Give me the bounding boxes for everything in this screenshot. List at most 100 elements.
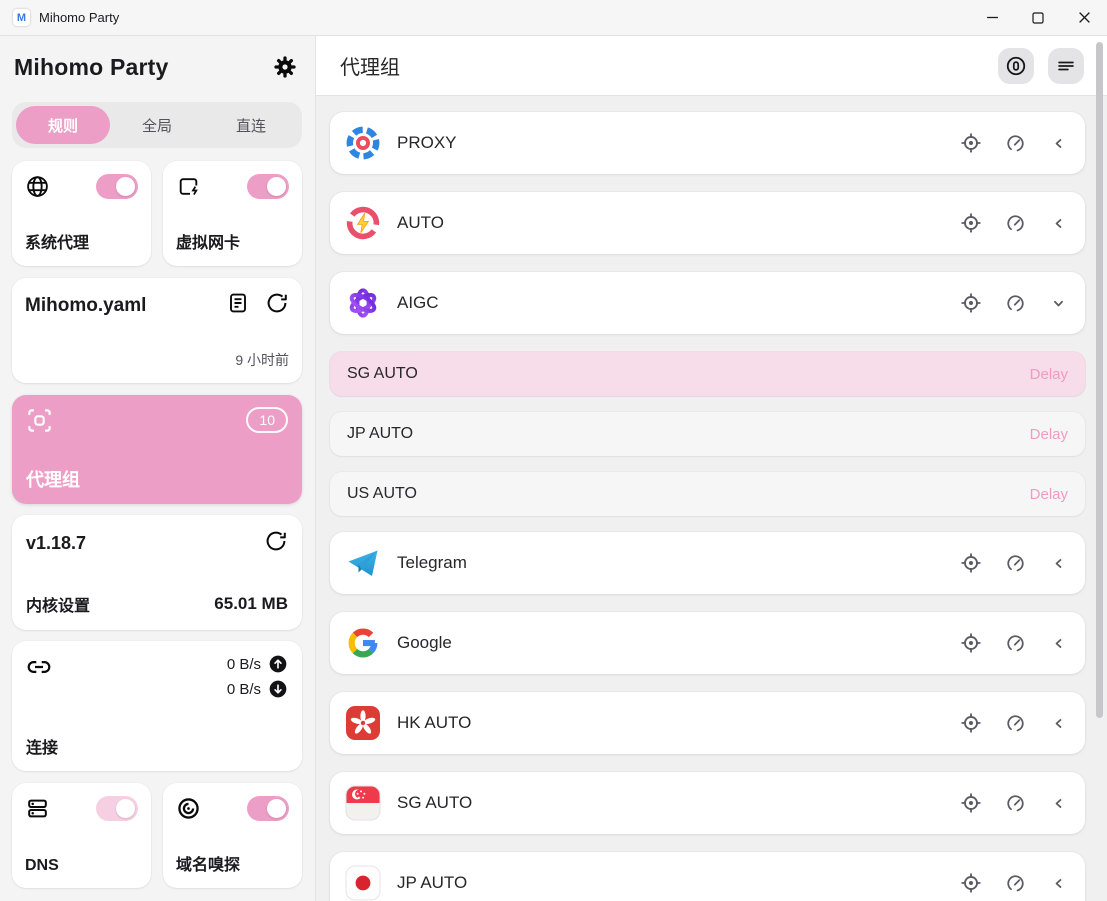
expand-button[interactable] [1049,634,1068,653]
speed-test-button[interactable] [1005,553,1026,574]
gauge-icon [1005,633,1026,654]
proxy-group-row[interactable]: JP AUTO [330,852,1085,901]
locate-button[interactable] [960,632,982,654]
list-view-button[interactable] [1048,48,1084,84]
expand-button[interactable] [1049,214,1068,233]
locate-button[interactable] [960,792,982,814]
proxy-item-row[interactable]: SG AUTO Delay [330,352,1085,396]
window-title: Mihomo Party [39,10,119,25]
profile-card[interactable]: Mihomo.yaml 9 [12,278,302,383]
proxy-group-label: 代理组 [26,466,288,492]
profile-document-icon[interactable] [226,291,250,320]
profile-updated-time: 9 小时前 [25,350,289,370]
sniff-card[interactable]: 域名嗅探 [163,783,302,888]
group-name: AIGC [397,293,960,313]
core-restart-icon[interactable] [264,529,288,558]
locate-button[interactable] [960,712,982,734]
maximize-button[interactable] [1015,0,1061,35]
chevron-left-icon [1049,554,1068,573]
locate-button[interactable] [960,552,982,574]
system-proxy-toggle[interactable] [96,174,138,199]
group-name: PROXY [397,133,960,153]
expand-button[interactable] [1049,794,1068,813]
proxy-group-row[interactable]: Google [330,612,1085,674]
tun-card[interactable]: 虚拟网卡 [163,161,302,266]
tab-outbound-1[interactable]: 全局 [110,106,204,144]
locate-icon [960,792,982,814]
locate-icon [960,712,982,734]
main-panel: 代理组 PROXY [316,36,1107,901]
system-proxy-card[interactable]: 系统代理 [12,161,151,266]
group-name: HK AUTO [397,713,960,733]
sider-toggle-button[interactable] [998,48,1034,84]
proxy-group-row[interactable]: AIGC [330,272,1085,334]
expand-button[interactable] [1049,714,1068,733]
settings-button[interactable] [270,52,300,82]
speed-test-button[interactable] [1005,873,1026,894]
locate-button[interactable] [960,132,982,154]
openai-icon [345,285,381,321]
app-title: Mihomo Party [14,54,168,81]
locate-button[interactable] [960,212,982,234]
titlebar: M Mihomo Party [0,0,1107,36]
profile-refresh-icon[interactable] [265,291,289,320]
gauge-icon [1005,713,1026,734]
speed-test-button[interactable] [1005,633,1026,654]
connections-card[interactable]: 0 B/s 0 B/s 连接 [12,641,302,771]
proxy-group-row[interactable]: AUTO [330,192,1085,254]
dns-server-icon [25,796,50,821]
gauge-icon [1005,293,1026,314]
expand-button[interactable] [1049,874,1068,893]
tun-label: 虚拟网卡 [176,229,289,253]
main-header: 代理组 [316,36,1107,96]
proxy-name: SG AUTO [347,365,418,383]
proxy-delay-label[interactable]: Delay [1030,426,1068,443]
proxy-item-row[interactable]: US AUTODelay [330,472,1085,516]
close-button[interactable] [1061,0,1107,35]
proxy-group-row[interactable]: PROXY [330,112,1085,174]
locate-icon [960,872,982,894]
expand-button[interactable] [1049,554,1068,573]
locate-button[interactable] [960,292,982,314]
speed-test-button[interactable] [1005,713,1026,734]
link-icon [26,654,51,679]
minimize-button[interactable] [969,0,1015,35]
speed-test-button[interactable] [1005,133,1026,154]
locate-icon [960,552,982,574]
dns-toggle[interactable] [96,796,138,821]
speed-test-button[interactable] [1005,213,1026,234]
chevron-left-icon [1049,634,1068,653]
gauge-icon [1005,133,1026,154]
proxy-group-scan-icon [26,407,53,439]
core-settings-label: 内核设置 [26,592,90,616]
group-name: Google [397,633,960,653]
google-icon [345,625,381,661]
proxy-group-row[interactable]: Telegram [330,532,1085,594]
tun-toggle[interactable] [247,174,289,199]
sidebar-item-proxy-groups[interactable]: 10 代理组 [12,395,302,504]
expand-button[interactable] [1049,294,1068,313]
proxy-delay-label[interactable]: Delay [1030,366,1068,383]
speed-test-button[interactable] [1005,793,1026,814]
expand-button[interactable] [1049,134,1068,153]
locate-button[interactable] [960,872,982,894]
upload-speed: 0 B/s [227,656,261,673]
dns-card[interactable]: DNS [12,783,151,888]
locate-icon [960,632,982,654]
core-settings-card[interactable]: v1.18.7 内核设置 65.01 MB [12,515,302,630]
tab-outbound-0[interactable]: 规则 [16,106,110,144]
dns-label: DNS [25,857,138,875]
chevron-left-icon [1049,134,1068,153]
proxy-delay-label[interactable]: Delay [1030,486,1068,503]
sniff-toggle[interactable] [247,796,289,821]
proxy-group-row[interactable]: HK AUTO [330,692,1085,754]
speed-test-button[interactable] [1005,293,1026,314]
tab-outbound-2[interactable]: 直连 [204,106,298,144]
locate-icon [960,212,982,234]
close-icon [1078,11,1091,24]
gauge-icon [1005,213,1026,234]
scrollbar[interactable] [1096,42,1103,718]
proxy-group-row[interactable]: SG AUTO [330,772,1085,834]
proxy-item-row[interactable]: JP AUTODelay [330,412,1085,456]
app-logo-icon: M [13,9,30,26]
